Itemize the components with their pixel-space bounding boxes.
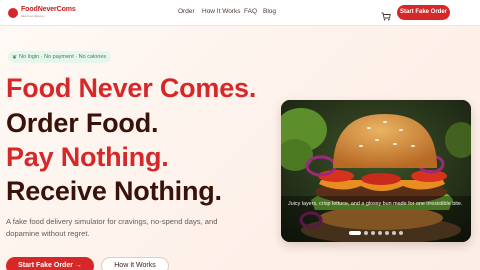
headline-line-4: Receive Nothing. — [6, 176, 222, 206]
logo-tagline: fake food delivery — [21, 14, 45, 18]
nav-link-how-it-works[interactable]: How It Works — [202, 8, 241, 15]
carousel-dot-3[interactable] — [371, 230, 375, 235]
leaf-icon: ❦ — [12, 54, 18, 61]
hero-caption: Juicy layers, crisp lettuce, and a gloss… — [288, 201, 463, 207]
hero-burger-image: Juicy layers, crisp lettuce, and a gloss… — [281, 100, 471, 242]
start-fake-order-nav-button[interactable]: Start Fake Order — [397, 5, 450, 20]
carousel-dot-6[interactable] — [392, 230, 396, 235]
burger-illustration — [281, 100, 471, 242]
carousel-dot-7[interactable] — [399, 230, 403, 235]
carousel-dot-2[interactable] — [364, 230, 368, 235]
carousel-dot-1[interactable] — [349, 230, 361, 235]
nav-link-blog[interactable]: Blog — [263, 8, 276, 15]
logo-text: FoodNeverComs — [21, 6, 76, 13]
headline-line-2: Order Food. — [6, 108, 159, 138]
nav-link-order[interactable]: Order — [178, 8, 195, 15]
hero-description: A fake food delivery simulator for cravi… — [6, 217, 218, 238]
features-badge-text: No login · No payment · No calories — [19, 54, 107, 60]
top-nav: FoodNeverComs fake food delivery Order H… — [0, 0, 480, 26]
logo[interactable]: FoodNeverComs fake food delivery — [8, 6, 80, 20]
headline-line-1: Food Never Comes. — [6, 73, 257, 103]
carousel-dots — [349, 230, 403, 235]
carousel-dot-4[interactable] — [378, 230, 382, 235]
carousel-dot-5[interactable] — [385, 230, 389, 235]
features-badge: ❦ No login · No payment · No calories — [8, 51, 112, 63]
nav-link-faq[interactable]: FAQ — [244, 8, 257, 15]
how-it-works-button[interactable]: How It Works — [101, 257, 169, 270]
logo-mark-icon — [8, 8, 18, 18]
start-fake-order-button[interactable]: Start Fake Order → — [6, 257, 94, 270]
cart-icon[interactable] — [381, 8, 391, 21]
headline-line-3: Pay Nothing. — [6, 142, 169, 172]
